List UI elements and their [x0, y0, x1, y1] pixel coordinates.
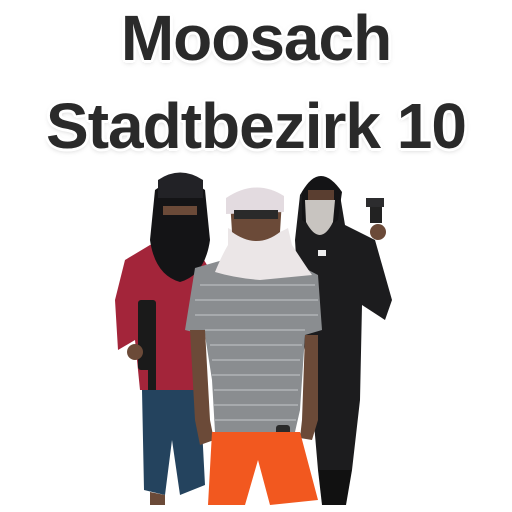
title-line-1: Moosach	[120, 2, 392, 74]
figures-photo	[113, 160, 400, 510]
